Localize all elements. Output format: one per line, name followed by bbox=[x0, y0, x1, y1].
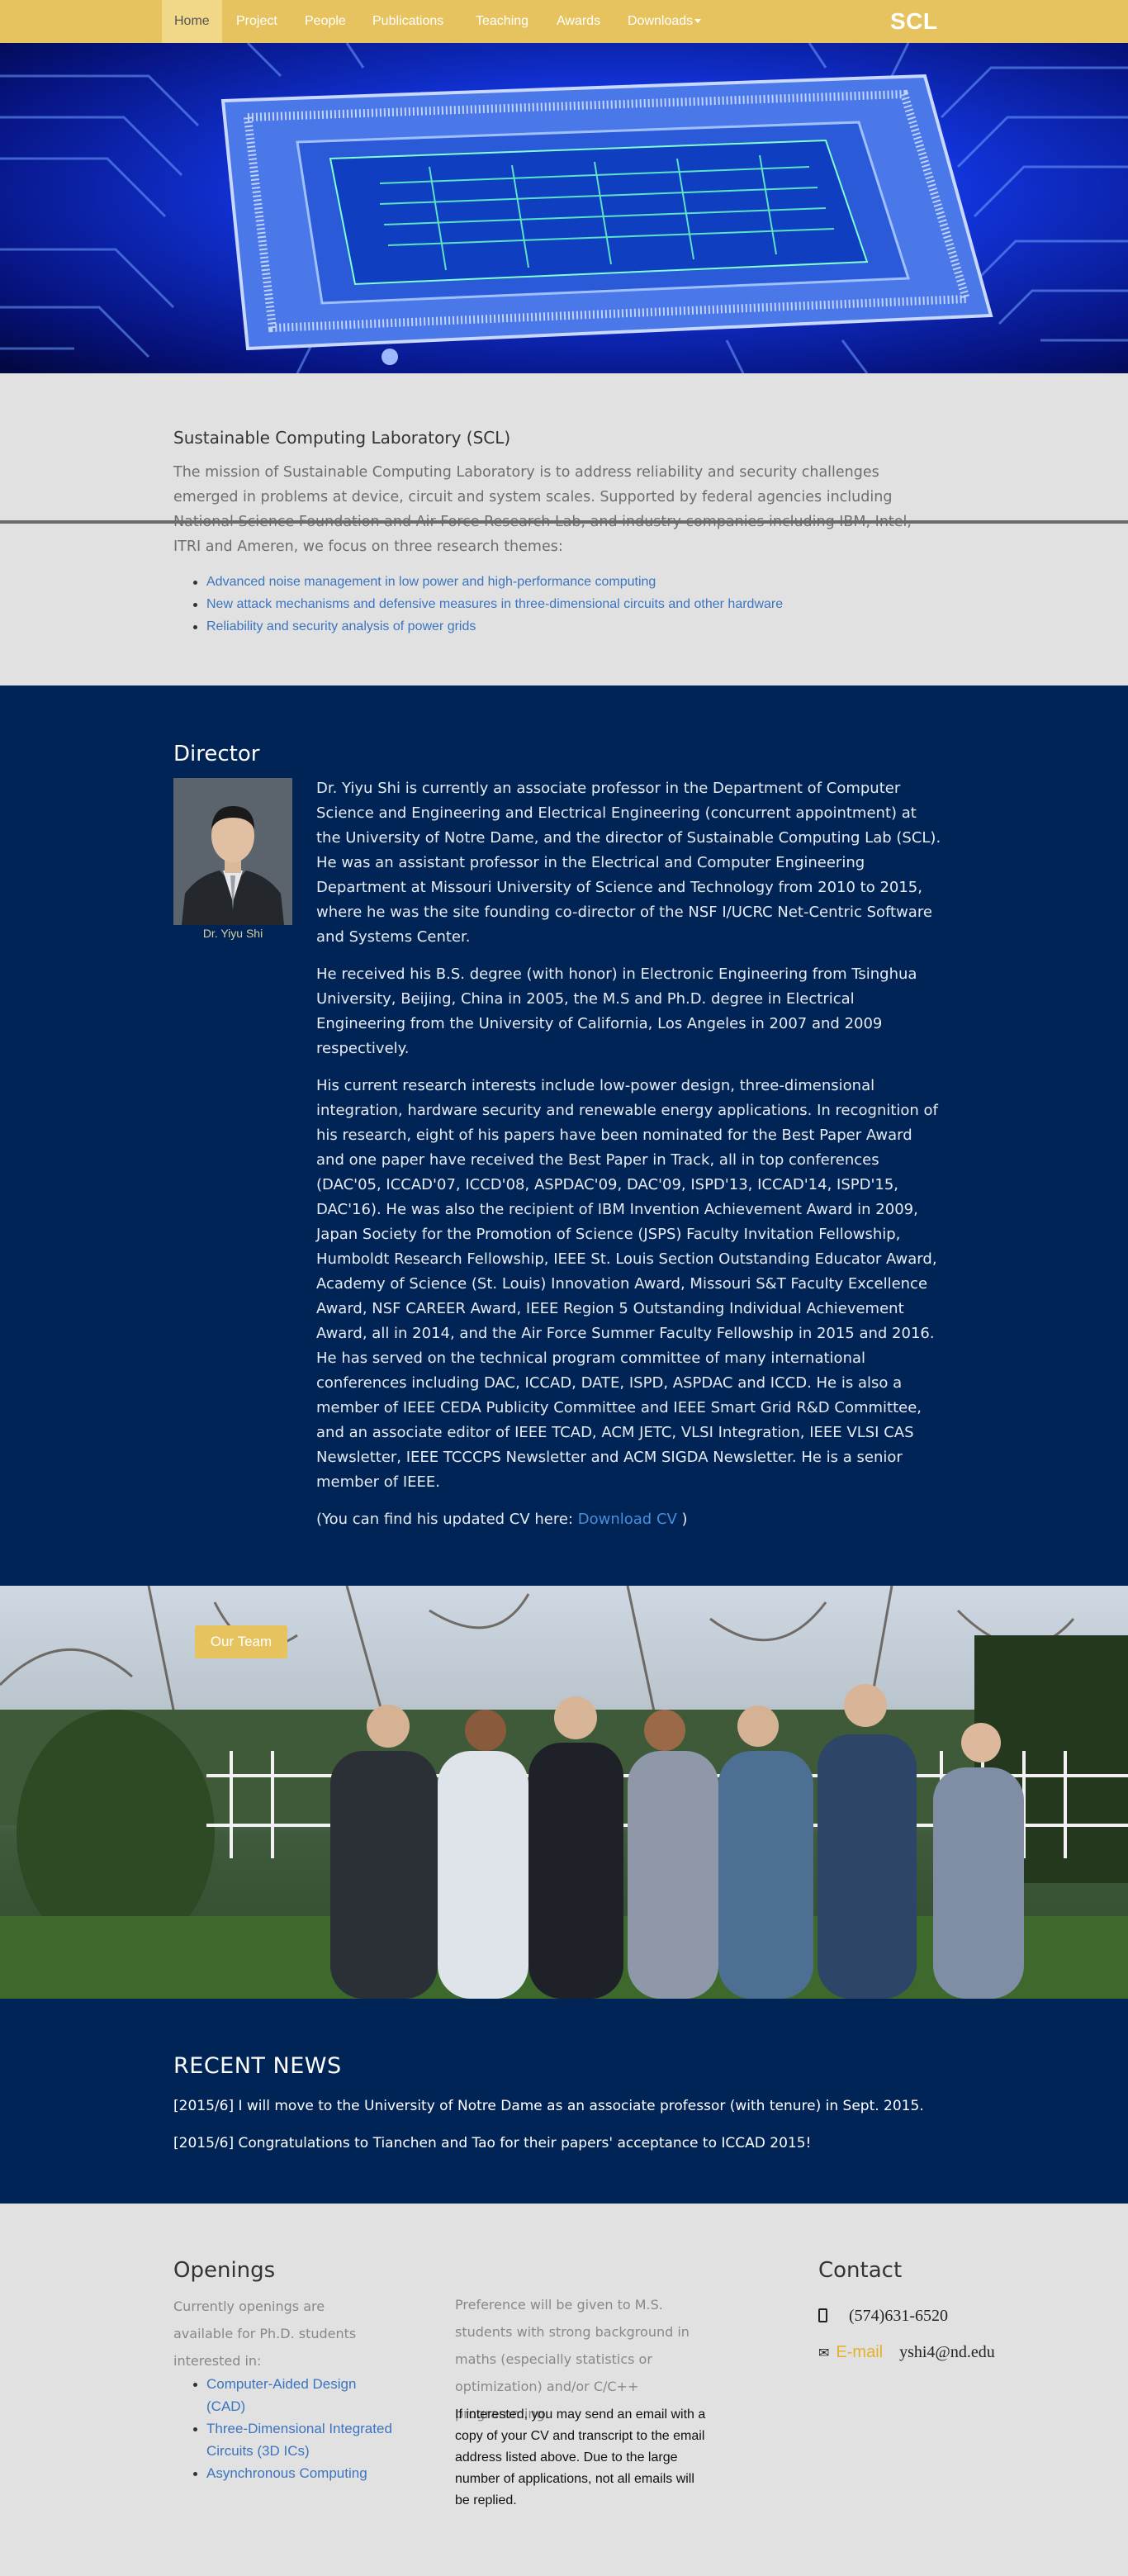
theme-link-noise[interactable]: Advanced noise management in low power a… bbox=[192, 571, 783, 593]
bio-paragraph: Dr. Yiyu Shi is currently an associate p… bbox=[316, 780, 941, 946]
contact-heading: Contact bbox=[818, 2258, 903, 2283]
openings-intro: Currently openings are available for Ph.… bbox=[173, 2298, 357, 2369]
nav-project[interactable]: Project bbox=[224, 0, 290, 43]
nav-people[interactable]: People bbox=[292, 0, 358, 43]
openings-instructions: If interested, you may send an email wit… bbox=[455, 2408, 706, 2507]
bio-paragraph: His current research interests include l… bbox=[316, 1077, 938, 1491]
cv-suffix: ) bbox=[676, 1511, 688, 1528]
contact-phone-row: (574)631-6520 bbox=[818, 2307, 948, 2326]
cv-prefix: (You can find his updated CV here: bbox=[316, 1511, 578, 1528]
email-label: E-mail bbox=[836, 2343, 884, 2361]
cv-line: (You can find his updated CV here: Downl… bbox=[316, 1507, 944, 1532]
contact-email[interactable]: yshi4@nd.edu bbox=[899, 2343, 995, 2361]
contact-phone: (574)631-6520 bbox=[849, 2307, 948, 2325]
director-heading: Director bbox=[173, 742, 260, 766]
footer-section: Openings Currently openings are availabl… bbox=[0, 2204, 1128, 2576]
news-item: [2015/6] I will move to the University o… bbox=[173, 2098, 924, 2114]
mission-text: The mission of Sustainable Computing Lab… bbox=[173, 464, 912, 555]
area-link-cad[interactable]: Computer-Aided Design (CAD) bbox=[193, 2373, 396, 2417]
news-item: [2015/6] Congratulations to Tianchen and… bbox=[173, 2135, 812, 2151]
mission-title: Sustainable Computing Laboratory (SCL) bbox=[173, 428, 511, 448]
bio-paragraph: He received his B.S. degree (with honor)… bbox=[316, 965, 917, 1057]
news-heading: RECENT NEWS bbox=[173, 2053, 342, 2079]
top-navbar: Home Project People Publications Teachin… bbox=[0, 0, 1128, 43]
director-bio: Dr. Yiyu Shi is currently an associate p… bbox=[316, 776, 944, 1544]
nav-home[interactable]: Home bbox=[162, 0, 222, 43]
openings-heading: Openings bbox=[173, 2258, 276, 2283]
contact-email-row: ✉ E-mail yshi4@nd.edu bbox=[818, 2343, 995, 2362]
theme-link-3d-security[interactable]: New attack mechanisms and defensive meas… bbox=[192, 593, 783, 615]
divider-line bbox=[0, 520, 1128, 524]
nav-downloads-label: Downloads bbox=[628, 14, 694, 28]
mission-section: Sustainable Computing Laboratory (SCL) T… bbox=[0, 373, 1128, 686]
theme-link-power-grids[interactable]: Reliability and security analysis of pow… bbox=[192, 615, 783, 638]
research-themes-list: Advanced noise management in low power a… bbox=[192, 571, 783, 638]
nav-downloads[interactable]: Downloads bbox=[615, 0, 713, 43]
hero-chip-image bbox=[0, 43, 1128, 373]
director-photo-caption: Dr. Yiyu Shi bbox=[202, 927, 263, 940]
director-photo bbox=[173, 778, 292, 925]
area-link-async[interactable]: Asynchronous Computing bbox=[193, 2462, 396, 2484]
team-photo: Our Team bbox=[0, 1586, 1128, 1999]
download-cv-link[interactable]: Download CV bbox=[578, 1511, 677, 1528]
area-link-3d-ics[interactable]: Three-Dimensional Integrated Circuits (3… bbox=[193, 2417, 396, 2462]
site-brand[interactable]: SCL bbox=[890, 0, 938, 43]
phone-icon bbox=[818, 2308, 827, 2322]
caret-down-icon bbox=[694, 19, 702, 24]
envelope-icon: ✉ bbox=[818, 2346, 830, 2360]
nav-publications[interactable]: Publications bbox=[360, 0, 456, 43]
recent-news-section: RECENT NEWS [2015/6] I will move to the … bbox=[0, 1999, 1128, 2204]
nav-awards[interactable]: Awards bbox=[544, 0, 613, 43]
openings-areas-list: Computer-Aided Design (CAD) Three-Dimens… bbox=[193, 2373, 396, 2484]
director-section: Director Dr. Yiyu Shi Dr. Yiyu Shi is cu… bbox=[0, 686, 1128, 1586]
nav-teaching[interactable]: Teaching bbox=[463, 0, 541, 43]
our-team-button[interactable]: Our Team bbox=[195, 1625, 287, 1658]
